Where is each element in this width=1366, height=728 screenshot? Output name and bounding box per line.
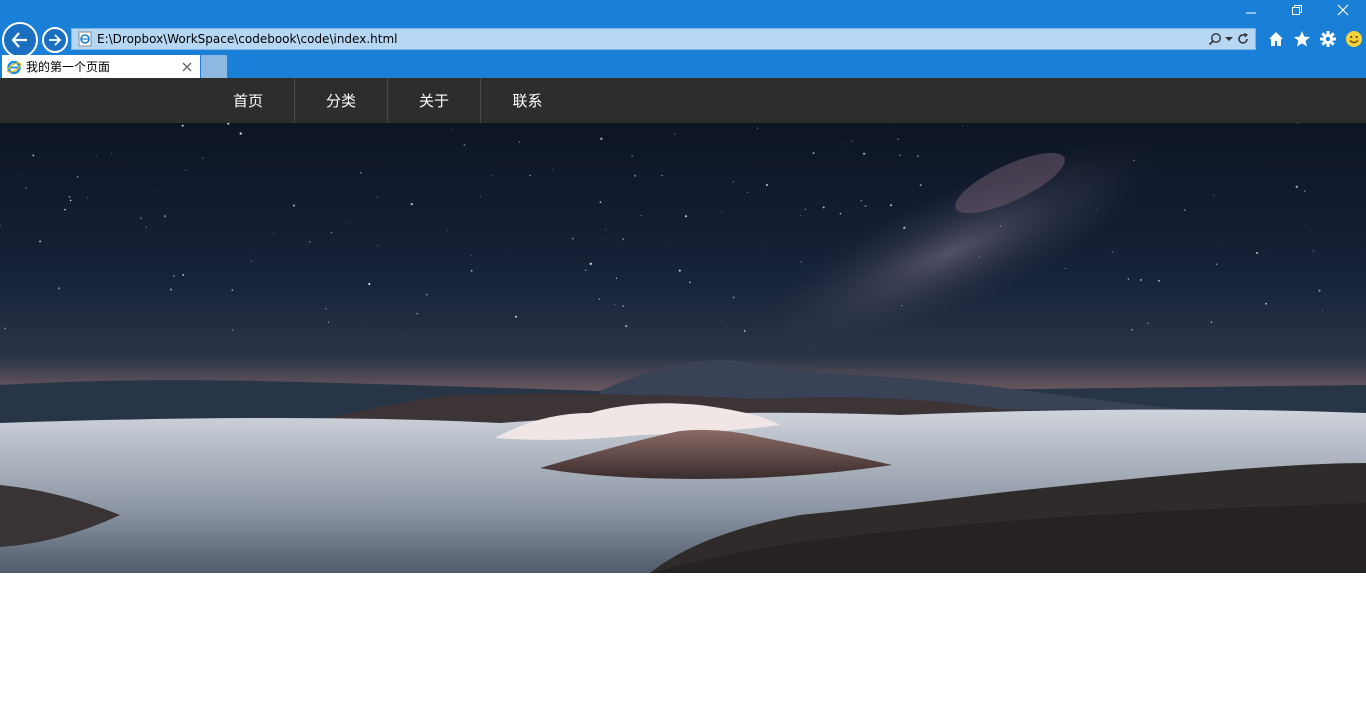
close-button[interactable]: [1320, 0, 1366, 20]
browser-chrome: E:\Dropbox\WorkSpace\codebook\code\index…: [0, 0, 1366, 78]
site-nav-bar: 首页 分类 关于 联系: [0, 78, 1366, 123]
refresh-icon: [1238, 33, 1248, 44]
tab-title: 我的第一个页面: [26, 60, 111, 74]
restore-button[interactable]: [1274, 0, 1320, 20]
new-tab-button[interactable]: [201, 55, 227, 78]
search-button[interactable]: [1207, 31, 1223, 47]
smiley-feedback-icon: [1346, 31, 1362, 47]
nav-list: 首页 分类 关于 联系: [202, 78, 574, 123]
dropdown-icon: [1225, 37, 1233, 41]
restore-icon: [1292, 5, 1302, 15]
window-controls: [1228, 0, 1366, 20]
refresh-button[interactable]: [1235, 31, 1251, 47]
settings-gear-icon: [1320, 31, 1336, 47]
url-text[interactable]: E:\Dropbox\WorkSpace\codebook\code\index…: [97, 32, 1207, 46]
nav-link-home[interactable]: 首页: [202, 78, 295, 123]
ie-logo-icon: [6, 60, 22, 74]
minimize-button[interactable]: [1228, 0, 1274, 20]
browser-tab[interactable]: 我的第一个页面: [2, 55, 200, 78]
nav-link-about[interactable]: 关于: [388, 78, 481, 123]
back-button[interactable]: [2, 22, 38, 58]
settings-button[interactable]: [1318, 29, 1338, 49]
address-bar[interactable]: E:\Dropbox\WorkSpace\codebook\code\index…: [71, 28, 1256, 50]
nav-link-contact[interactable]: 联系: [481, 78, 574, 123]
feedback-button[interactable]: [1344, 29, 1364, 49]
close-icon: [1337, 4, 1349, 16]
arrow-left-icon: [11, 32, 27, 48]
home-button[interactable]: [1266, 29, 1286, 49]
dropdown-button[interactable]: [1225, 31, 1233, 47]
search-icon: [1208, 33, 1221, 46]
home-icon: [1269, 32, 1283, 46]
favorites-button[interactable]: [1292, 29, 1312, 49]
tab-close-button[interactable]: [178, 58, 196, 76]
page-icon: [77, 31, 93, 47]
hero-landscape-image: [0, 123, 1366, 573]
arrow-right-icon: [49, 34, 62, 46]
favorites-star-icon: [1294, 31, 1310, 47]
nav-link-category[interactable]: 分类: [295, 78, 388, 123]
forward-button[interactable]: [42, 27, 68, 53]
minimize-icon: [1246, 12, 1256, 14]
page-content-area: [0, 573, 1366, 728]
close-icon: [182, 62, 192, 71]
